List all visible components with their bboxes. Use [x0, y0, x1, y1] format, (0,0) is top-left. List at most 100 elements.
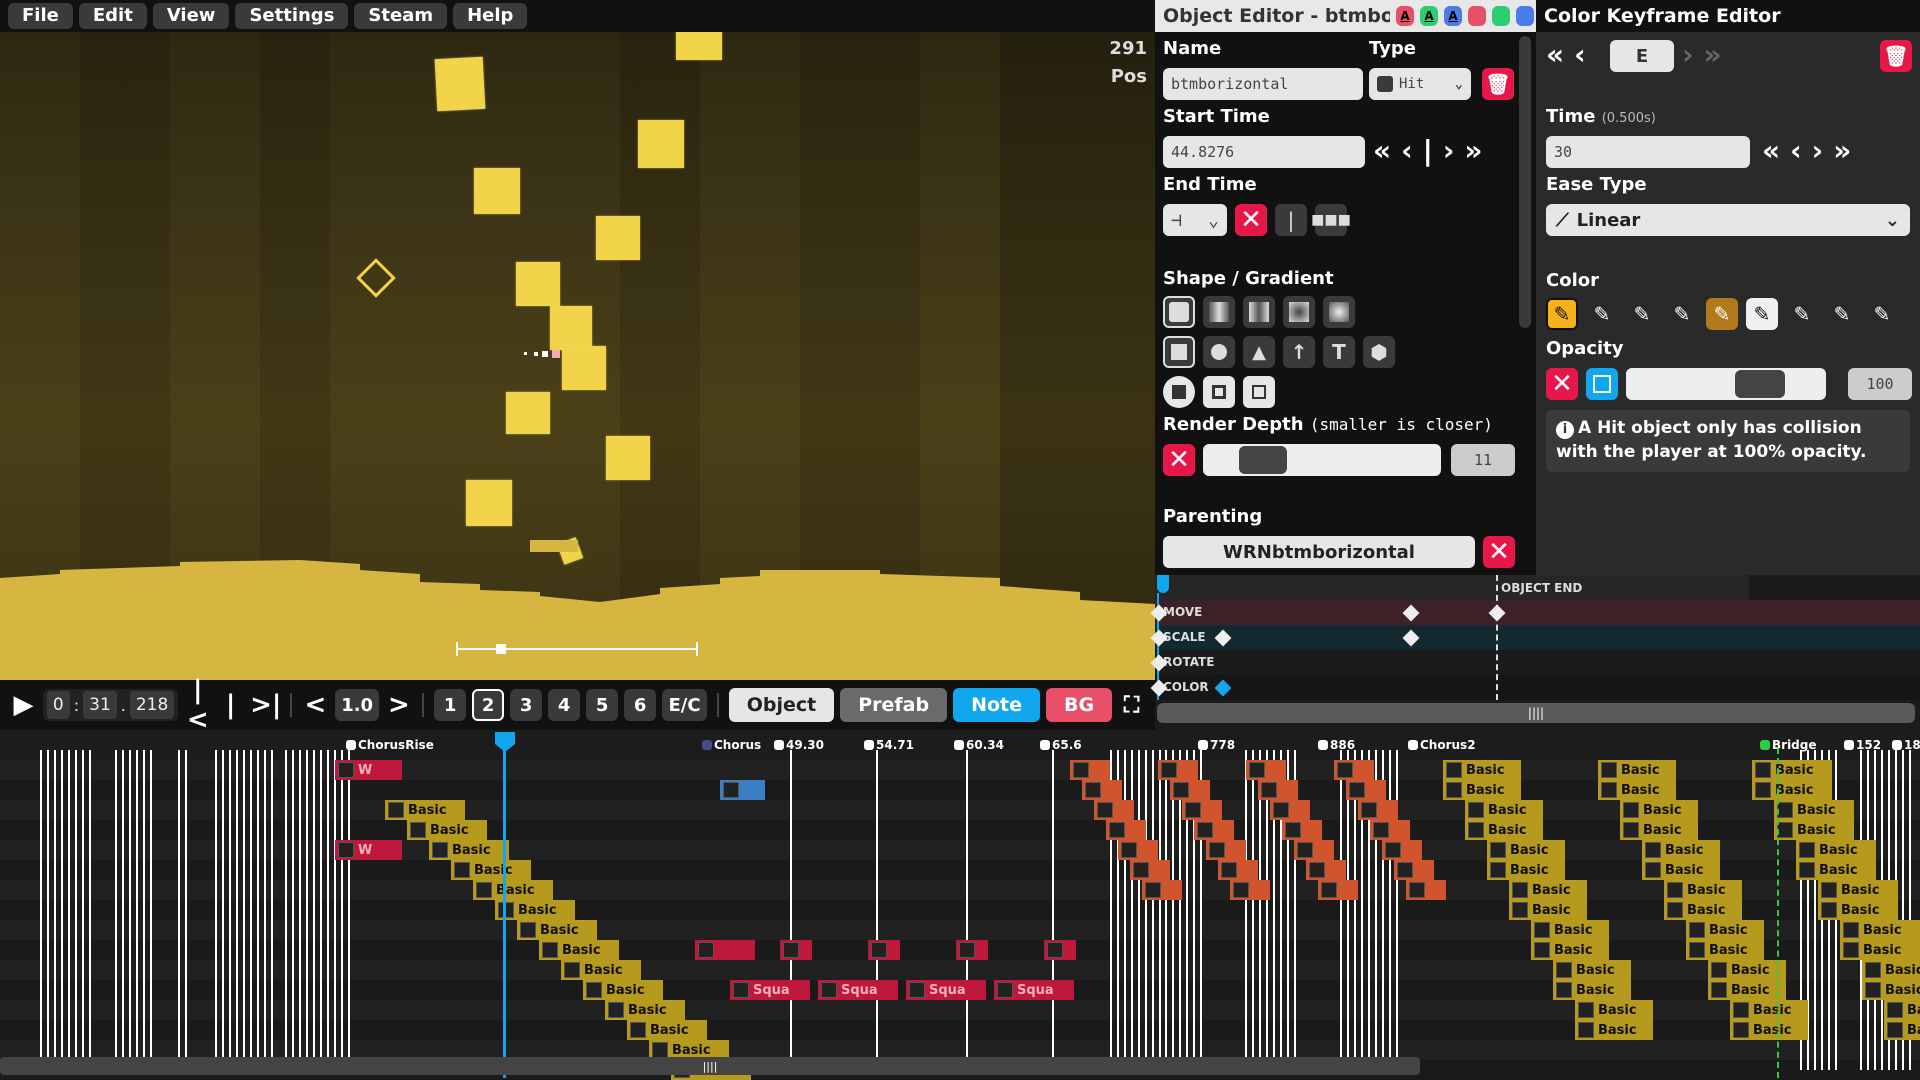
timeline-layer-row[interactable] — [0, 840, 1920, 860]
timeline-object[interactable]: Basic — [1620, 820, 1698, 840]
timeline-object[interactable]: Basic — [1509, 880, 1587, 900]
opacity-slider[interactable] — [1626, 368, 1826, 400]
timeline-object[interactable]: Basic — [1487, 840, 1565, 860]
timeline-object[interactable]: Basic — [1796, 860, 1876, 880]
layer-button-ec[interactable]: E/C — [662, 689, 707, 721]
skip-to-end-icon[interactable]: >| — [250, 690, 281, 720]
marker-label[interactable]: 886 — [1330, 738, 1355, 752]
timeline-object[interactable]: Basic — [385, 800, 465, 820]
color-swatch[interactable]: ✎ — [1746, 298, 1778, 330]
first-keyframe-icon[interactable]: « — [1546, 38, 1564, 71]
menu-edit[interactable]: Edit — [78, 3, 147, 29]
timeline-object[interactable]: Basic — [1598, 780, 1676, 800]
timeline-object[interactable]: Basic — [1620, 800, 1698, 820]
parent-button[interactable]: WRNbtmborizontal — [1163, 536, 1475, 568]
timeline-object[interactable] — [1194, 820, 1234, 840]
menu-help[interactable]: Help — [453, 3, 528, 29]
timeline-object[interactable]: Basic — [1553, 960, 1631, 980]
game-viewport[interactable]: 291 Pos — [0, 32, 1155, 680]
play-icon[interactable]: ▶ — [10, 690, 37, 720]
timeline-object[interactable]: Squa — [906, 980, 986, 1000]
timeline-object[interactable]: Basic — [1664, 900, 1742, 920]
color-swatch[interactable]: ✎ — [1586, 298, 1618, 330]
timeline-object[interactable] — [1218, 860, 1258, 880]
timeline-layer-row[interactable] — [0, 880, 1920, 900]
layer-button-6[interactable]: 6 — [624, 689, 657, 721]
start-time-forward-icon[interactable]: › — [1443, 134, 1455, 167]
marker-pin[interactable] — [864, 740, 874, 750]
timeline-object[interactable]: Basic — [1708, 980, 1786, 1000]
timeline-object[interactable] — [1158, 760, 1198, 780]
time-back-far-icon[interactable]: « — [1762, 134, 1780, 167]
timeline-object[interactable] — [1106, 820, 1146, 840]
timeline-object[interactable] — [956, 940, 988, 960]
end-time-clear-button[interactable]: ✕ — [1235, 204, 1267, 236]
speed-value[interactable]: 1.0 — [334, 689, 380, 721]
timeline-object[interactable]: Basic — [605, 1000, 685, 1020]
time-display[interactable]: 0 : 31 . 218 — [42, 689, 179, 721]
timeline-layer-row[interactable] — [0, 960, 1920, 980]
timeline-object[interactable] — [1294, 840, 1334, 860]
timeline-object[interactable]: W — [335, 840, 402, 860]
timeline-object[interactable] — [1382, 840, 1422, 860]
square-outline-thin-button[interactable] — [1243, 376, 1275, 408]
marker-label[interactable]: 778 — [1210, 738, 1235, 752]
timeline-object[interactable] — [1270, 800, 1310, 820]
timeline-object[interactable] — [695, 940, 755, 960]
delete-keyframe-button[interactable]: 🗑 — [1880, 40, 1912, 72]
render-depth-slider-handle[interactable] — [1239, 446, 1287, 474]
start-time-back-far-icon[interactable]: « — [1373, 134, 1391, 167]
main-timeline[interactable]: ChorusRise Chorus 49.30 54.71 60.34 65.6 778 88… — [0, 730, 1920, 1080]
keyframe-timeline[interactable]: OBJECT END MOVE SCALE ROTATE COLOR |||| — [1150, 575, 1920, 730]
timeline-object[interactable]: Basic — [1487, 860, 1565, 880]
gradient-radial-out-button[interactable] — [1323, 296, 1355, 328]
timeline-object[interactable]: Basic — [1774, 800, 1854, 820]
square-outline-thick-button[interactable] — [1203, 376, 1235, 408]
timeline-object[interactable]: Basic — [1774, 820, 1854, 840]
timeline-object[interactable]: Basic — [1840, 940, 1920, 960]
mode-prefab-button[interactable]: Prefab — [840, 688, 948, 722]
timeline-object[interactable] — [1044, 940, 1076, 960]
delete-object-button[interactable]: 🗑 — [1482, 68, 1514, 100]
shape-square-button[interactable] — [1163, 336, 1195, 368]
type-dropdown[interactable]: Hit ⌄ — [1369, 68, 1471, 100]
kf-row-rotate[interactable]: ROTATE — [1155, 650, 1920, 675]
timeline-object[interactable] — [1282, 820, 1322, 840]
color-swatch[interactable]: ✎ — [1546, 298, 1578, 330]
timeline-object[interactable] — [780, 940, 812, 960]
shape-triangle-button[interactable]: ▲ — [1243, 336, 1275, 368]
marker-label[interactable]: 54.71 — [876, 738, 914, 752]
theme-dot-green[interactable] — [1492, 6, 1510, 26]
theme-badge-red[interactable]: A — [1396, 6, 1414, 26]
speed-up-icon[interactable]: > — [385, 690, 412, 720]
timeline-object[interactable]: Basic — [429, 840, 509, 860]
timeline-object[interactable]: Basic — [1884, 1000, 1920, 1020]
time-seconds[interactable]: 31 — [83, 691, 117, 719]
timeline-object[interactable]: Basic — [1664, 880, 1742, 900]
marker-pin[interactable] — [1198, 740, 1208, 750]
timeline-object[interactable]: Basic — [539, 940, 619, 960]
timeline-object[interactable] — [1082, 780, 1122, 800]
timeline-object[interactable] — [1306, 860, 1346, 880]
timeline-object[interactable] — [1206, 840, 1246, 860]
theme-dot-blue[interactable] — [1516, 6, 1534, 26]
timeline-object[interactable]: Basic — [473, 880, 553, 900]
end-time-current-button[interactable]: | — [1275, 204, 1307, 236]
gradient-linear-right-button[interactable] — [1203, 296, 1235, 328]
time-minutes[interactable]: 0 — [46, 691, 70, 719]
timeline-object[interactable] — [1230, 880, 1270, 900]
timeline-object[interactable]: Basic — [1862, 960, 1920, 980]
timeline-scrubber[interactable] — [456, 642, 698, 656]
mode-bg-button[interactable]: BG — [1046, 688, 1113, 722]
speed-down-icon[interactable]: < — [302, 690, 329, 720]
timeline-object[interactable]: Basic — [407, 820, 487, 840]
timeline-object[interactable]: Basic — [1708, 960, 1786, 980]
timeline-object[interactable]: Basic — [1752, 780, 1832, 800]
menu-view[interactable]: View — [152, 3, 230, 29]
timeline-object[interactable]: Basic — [1818, 880, 1898, 900]
theme-badge-green[interactable]: A — [1420, 6, 1438, 26]
render-depth-slider[interactable] — [1203, 444, 1441, 476]
time-forward-far-icon[interactable]: » — [1833, 134, 1851, 167]
kf-row-color[interactable]: COLOR — [1155, 675, 1920, 700]
marker-pin[interactable] — [774, 740, 784, 750]
